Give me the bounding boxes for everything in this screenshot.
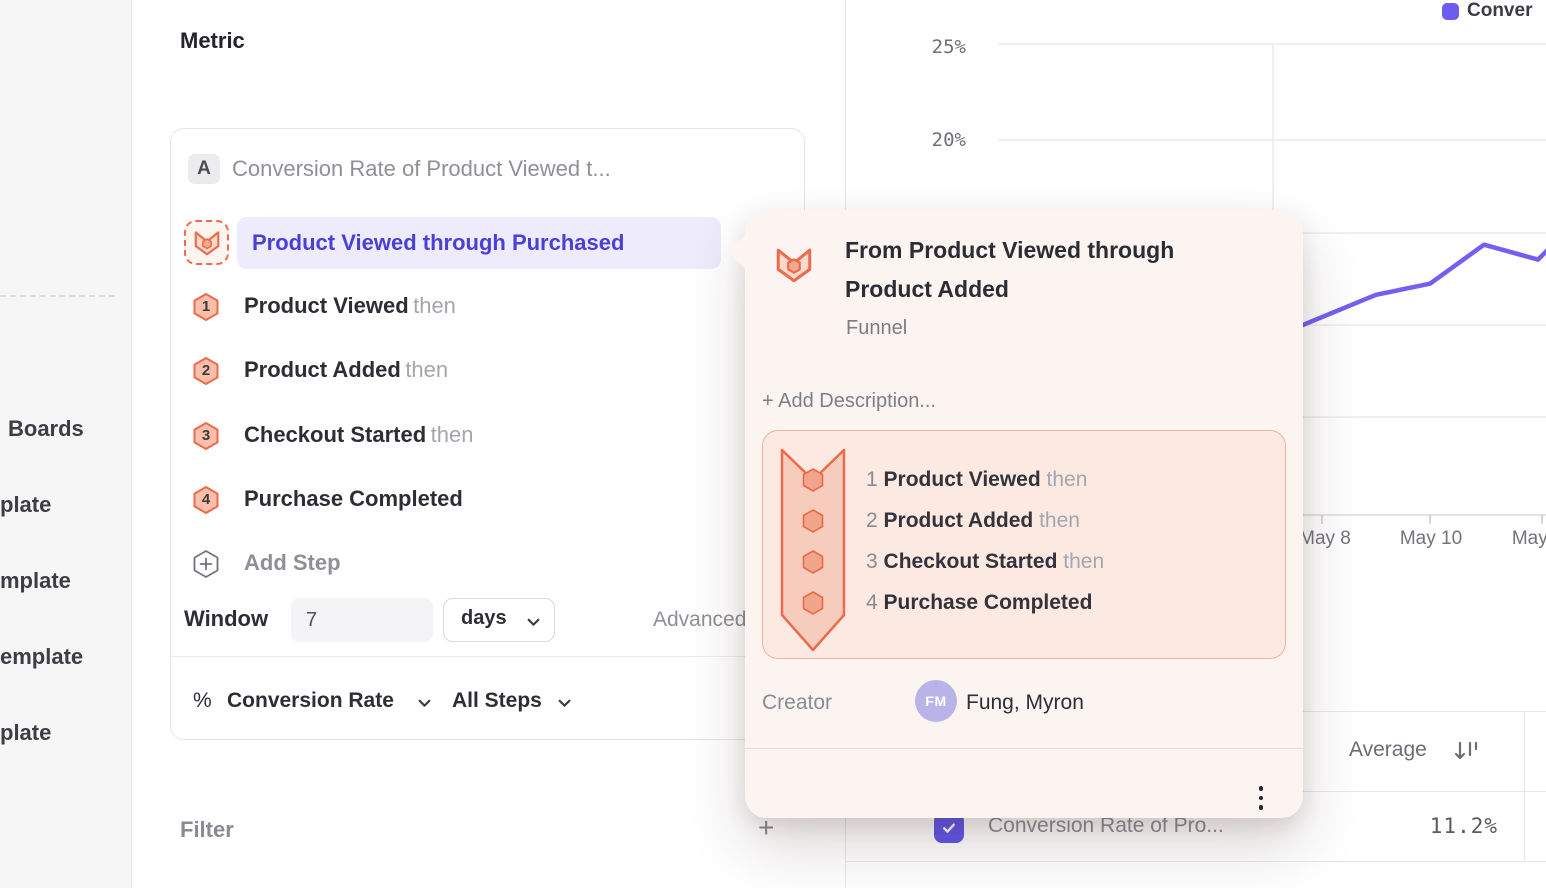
left-sidebar: Boards plate mplate emplate plate — [0, 0, 132, 888]
creator-label: Creator — [762, 691, 832, 715]
popover-step-4: 4 Purchase Completed — [866, 591, 1092, 621]
selected-funnel-name[interactable]: Product Viewed through Purchased — [237, 217, 721, 269]
popover-step-3: 3 Checkout Started then — [866, 550, 1104, 580]
sidebar-item-template-4[interactable]: plate — [0, 718, 51, 748]
card-divider — [171, 656, 804, 657]
step-3-number: 3 — [192, 421, 220, 451]
step-4-number: 4 — [192, 485, 220, 515]
chevron-down-icon[interactable] — [558, 699, 571, 708]
measure-prefix: % — [193, 689, 212, 713]
window-value-input[interactable]: 7 — [291, 598, 433, 642]
filter-section-label: Filter — [180, 817, 234, 843]
step-2-number: 2 — [192, 356, 220, 386]
step-1-number: 1 — [192, 292, 220, 322]
funnel-steps-summary-box: 1 Product Viewed then 2 Product Added th… — [762, 430, 1286, 659]
popover-type-label: Funnel — [846, 317, 907, 340]
sort-descending-icon[interactable] — [1453, 739, 1481, 763]
window-unit-value: days — [461, 607, 507, 630]
series-title: Conversion Rate of Product Viewed t... — [232, 156, 611, 182]
checkmark-icon — [940, 819, 958, 837]
popover-title: From Product Viewed through Product Adde… — [845, 231, 1245, 309]
window-unit-select[interactable]: days — [443, 598, 555, 642]
step-2-badge: 2 — [192, 356, 220, 386]
popover-footer-divider — [745, 748, 1303, 749]
popover-step-2: 2 Product Added then — [866, 509, 1080, 539]
average-column-header[interactable]: Average — [1349, 738, 1427, 762]
x-axis-tick-may10: May 10 — [1389, 528, 1473, 550]
table-column-border — [1524, 711, 1525, 861]
funnel-details-popover: From Product Viewed through Product Adde… — [745, 210, 1303, 818]
app-screen: Boards plate mplate emplate plate Metric… — [0, 0, 1546, 888]
metric-card: A Conversion Rate of Product Viewed t...… — [170, 128, 805, 740]
funnel-event-icon-box[interactable] — [184, 220, 229, 265]
metric-panel-title: Metric — [180, 28, 245, 54]
add-step-button[interactable]: Add Step — [244, 550, 341, 576]
conversion-rate-series-line — [1268, 206, 1546, 340]
chevron-down-icon — [527, 618, 540, 627]
sidebar-item-template-3[interactable]: emplate — [0, 642, 83, 672]
step-3-badge: 3 — [192, 421, 220, 451]
creator-name: Fung, Myron — [966, 691, 1084, 715]
advanced-link[interactable]: Advanced — [653, 608, 746, 632]
sidebar-item-template-2[interactable]: mplate — [0, 566, 71, 596]
step-3-row[interactable]: Checkout Started then — [244, 422, 473, 448]
step-2-row[interactable]: Product Added then — [244, 357, 448, 383]
sidebar-item-template-1[interactable]: plate — [0, 490, 51, 520]
funnel-icon — [773, 244, 815, 286]
x-axis-tick-may12: May 12 — [1501, 528, 1546, 550]
sidebar-item-boards[interactable]: Boards — [8, 414, 84, 444]
series-a-badge: A — [188, 154, 220, 184]
step-1-badge: 1 — [192, 292, 220, 322]
step-4-badge: 4 — [192, 485, 220, 515]
step-1-row[interactable]: Product Viewed then — [244, 293, 456, 319]
table-row-border — [845, 861, 1546, 862]
measure-primary-dropdown[interactable]: Conversion Rate — [227, 689, 394, 713]
popover-step-1: 1 Product Viewed then — [866, 468, 1087, 498]
funnel-banner-icon — [779, 447, 847, 653]
window-label: Window — [184, 606, 268, 632]
creator-avatar: FM — [915, 680, 957, 722]
table-row-average-value: 11.2% — [1330, 814, 1498, 838]
chevron-down-icon[interactable] — [418, 699, 431, 708]
measure-secondary-dropdown[interactable]: All Steps — [452, 689, 542, 713]
kebab-menu-icon[interactable] — [1248, 782, 1274, 814]
funnel-icon — [192, 228, 222, 258]
add-step-icon[interactable] — [192, 549, 220, 584]
step-4-row[interactable]: Purchase Completed — [244, 486, 463, 512]
sidebar-divider — [0, 295, 115, 297]
add-description-button[interactable]: + Add Description... — [762, 390, 936, 413]
